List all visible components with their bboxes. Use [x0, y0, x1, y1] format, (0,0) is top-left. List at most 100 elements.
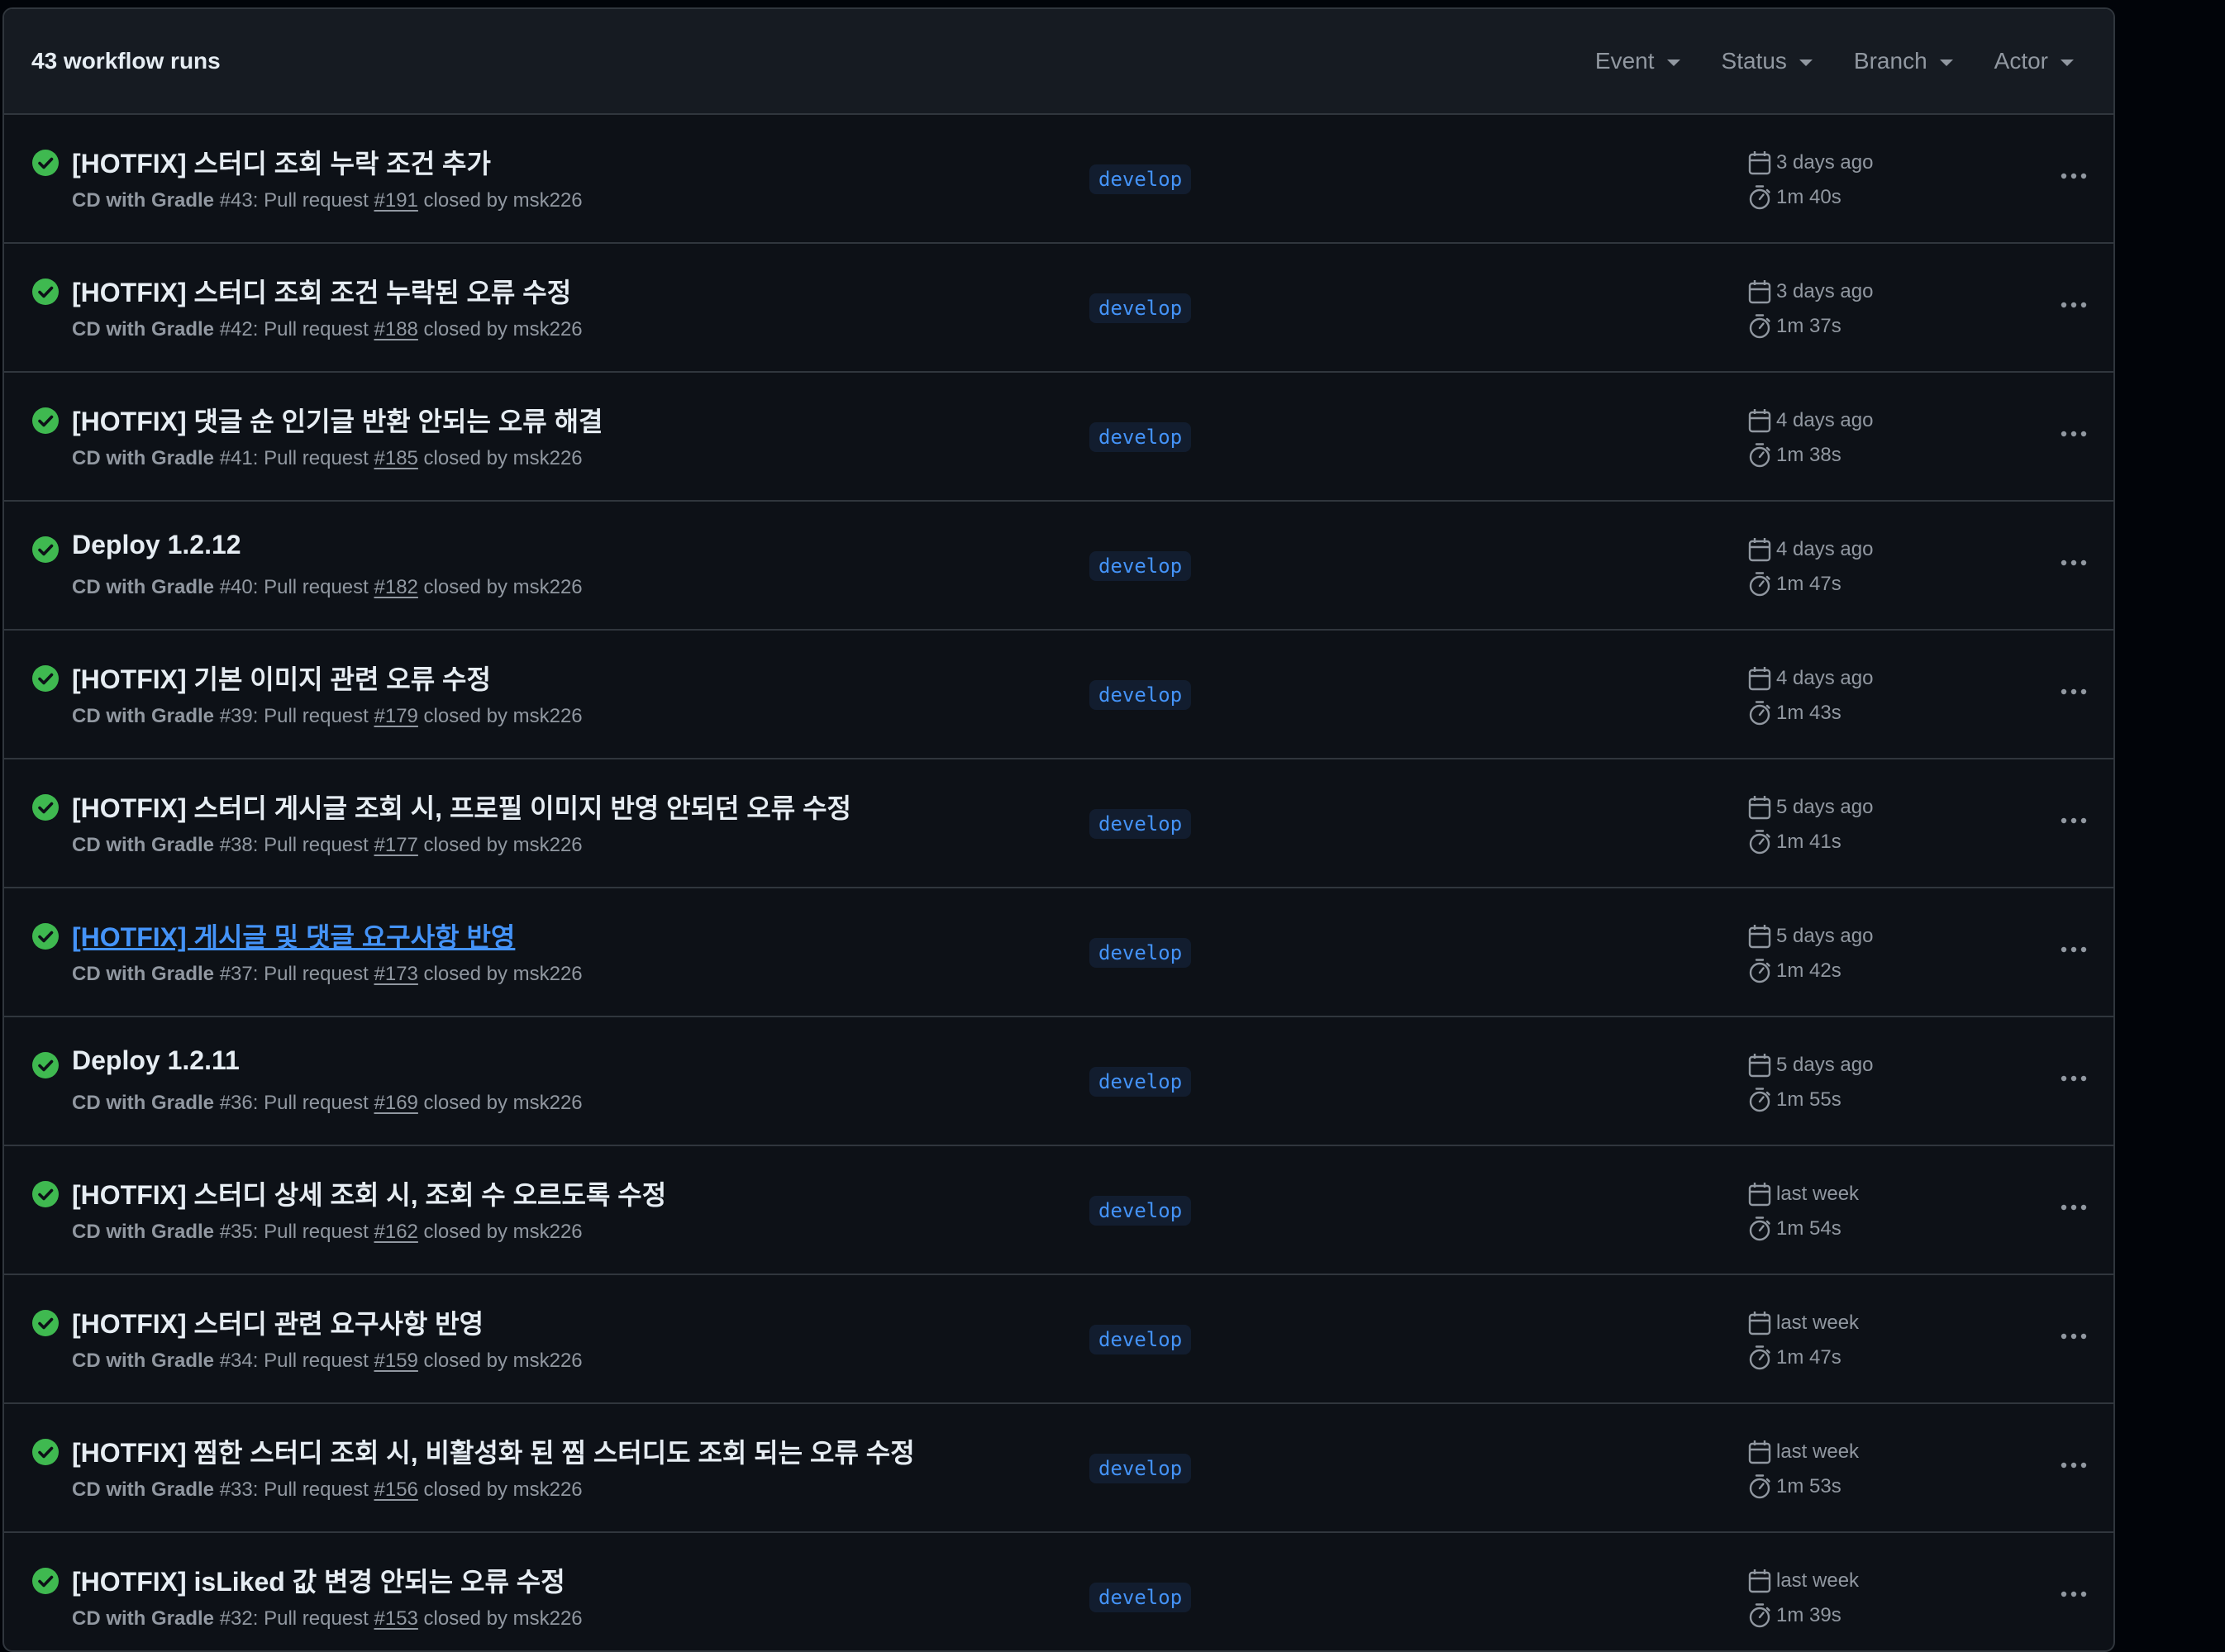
- workflow-run-row[interactable]: Deploy 1.2.12 CD with Gradle #40: Pull r…: [4, 502, 2113, 631]
- kebab-menu-icon[interactable]: [2057, 1320, 2090, 1353]
- run-title[interactable]: [HOTFIX] 스터디 상세 조회 시, 조회 수 오르도록 수정: [72, 1174, 666, 1212]
- run-title[interactable]: [HOTFIX] 기본 이미지 관련 오류 수정: [72, 659, 491, 697]
- check-circle-icon: [32, 279, 59, 305]
- workflow-run-row[interactable]: [HOTFIX] 기본 이미지 관련 오류 수정 CD with Gradle …: [4, 631, 2113, 759]
- branch-label[interactable]: develop: [1089, 422, 1192, 452]
- runs-header: 43 workflow runs Event Status Branch Act…: [4, 9, 2113, 115]
- pr-link[interactable]: #173: [374, 963, 418, 985]
- pr-link[interactable]: #177: [374, 834, 418, 856]
- workflow-run-row[interactable]: [HOTFIX] 게시글 및 댓글 요구사항 반영 CD with Gradle…: [4, 888, 2113, 1017]
- kebab-menu-icon[interactable]: [2057, 546, 2090, 579]
- workflow-run-row[interactable]: Deploy 1.2.11 CD with Gradle #36: Pull r…: [4, 1017, 2113, 1146]
- run-title[interactable]: [HOTFIX] isLiked 값 변경 안되는 오류 수정: [72, 1561, 565, 1599]
- run-title[interactable]: Deploy 1.2.12: [72, 530, 241, 560]
- run-title[interactable]: [HOTFIX] 찜한 스터디 조회 시, 비활성화 된 찜 스터디도 조회 되…: [72, 1432, 915, 1470]
- closed-by: closed by msk226: [417, 1092, 583, 1114]
- kebab-menu-icon[interactable]: [2057, 933, 2090, 966]
- workflow-run-row[interactable]: [HOTFIX] 스터디 관련 요구사항 반영 CD with Gradle #…: [4, 1275, 2113, 1404]
- filter-actor-label: Actor: [1994, 48, 2048, 74]
- branch-label[interactable]: develop: [1089, 809, 1192, 839]
- filter-status[interactable]: Status: [1709, 40, 1825, 83]
- branch-label[interactable]: develop: [1089, 680, 1192, 710]
- pr-link[interactable]: #188: [374, 318, 418, 340]
- caret-down-icon: [2061, 59, 2074, 66]
- run-number: #42: [219, 318, 253, 340]
- pr-link[interactable]: #153: [374, 1607, 418, 1630]
- run-title[interactable]: [HOTFIX] 스터디 게시글 조회 시, 프로필 이미지 반영 안되던 오류…: [72, 788, 851, 826]
- kebab-menu-icon[interactable]: [2057, 804, 2090, 837]
- workflow-run-row[interactable]: [HOTFIX] 스터디 조회 조건 누락된 오류 수정 CD with Gra…: [4, 244, 2113, 373]
- pr-link[interactable]: #156: [374, 1478, 418, 1501]
- pr-link[interactable]: #185: [374, 447, 418, 469]
- run-timing: 4 days ago 1m 43s: [1748, 664, 1873, 733]
- run-meta: CD with Gradle #41: Pull request #185 cl…: [72, 447, 583, 470]
- pr-prefix: : Pull request: [252, 1607, 374, 1630]
- kebab-menu-icon[interactable]: [2057, 1062, 2090, 1095]
- stopwatch-icon: [1749, 959, 1770, 983]
- run-time-ago: 3 days ago: [1776, 280, 1874, 302]
- run-title[interactable]: [HOTFIX] 댓글 순 인기글 반환 안되는 오류 해결: [72, 401, 603, 439]
- pr-prefix: : Pull request: [252, 1350, 374, 1372]
- kebab-menu-icon[interactable]: [2057, 417, 2090, 450]
- branch-label[interactable]: develop: [1089, 293, 1192, 323]
- run-number: #33: [219, 1478, 253, 1501]
- run-timing: last week 1m 47s: [1748, 1308, 1859, 1378]
- check-circle-icon: [32, 150, 59, 176]
- workflow-name: CD with Gradle: [72, 318, 215, 340]
- run-timing: last week 1m 54s: [1748, 1179, 1859, 1249]
- filter-actor[interactable]: Actor: [1982, 40, 2086, 83]
- run-title[interactable]: Deploy 1.2.11: [72, 1045, 240, 1076]
- run-title[interactable]: [HOTFIX] 스터디 조회 조건 누락된 오류 수정: [72, 272, 571, 310]
- workflow-run-row[interactable]: [HOTFIX] 스터디 상세 조회 시, 조회 수 오르도록 수정 CD wi…: [4, 1146, 2113, 1275]
- filter-branch[interactable]: Branch: [1841, 40, 1965, 83]
- workflow-name: CD with Gradle: [72, 1478, 215, 1501]
- pr-link[interactable]: #191: [374, 189, 418, 212]
- workflow-run-row[interactable]: [HOTFIX] 찜한 스터디 조회 시, 비활성화 된 찜 스터디도 조회 되…: [4, 1404, 2113, 1533]
- kebab-menu-icon[interactable]: [2057, 675, 2090, 708]
- run-time-ago: 5 days ago: [1776, 1054, 1874, 1076]
- run-meta: CD with Gradle #38: Pull request #177 cl…: [72, 834, 583, 857]
- run-timing: 5 days ago 1m 55s: [1748, 1050, 1873, 1120]
- workflow-run-row[interactable]: [HOTFIX] 스터디 게시글 조회 시, 프로필 이미지 반영 안되던 오류…: [4, 759, 2113, 888]
- branch-label[interactable]: develop: [1089, 1454, 1192, 1483]
- pr-link[interactable]: #169: [374, 1092, 418, 1114]
- run-meta: CD with Gradle #43: Pull request #191 cl…: [72, 189, 583, 212]
- branch-label[interactable]: develop: [1089, 1196, 1192, 1226]
- kebab-menu-icon[interactable]: [2057, 1191, 2090, 1224]
- kebab-menu-icon[interactable]: [2057, 159, 2090, 193]
- run-title[interactable]: [HOTFIX] 스터디 조회 누락 조건 추가: [72, 143, 491, 181]
- workflow-run-row[interactable]: [HOTFIX] 스터디 조회 누락 조건 추가 CD with Gradle …: [4, 115, 2113, 244]
- workflow-run-row[interactable]: [HOTFIX] 댓글 순 인기글 반환 안되는 오류 해결 CD with G…: [4, 373, 2113, 502]
- kebab-menu-icon[interactable]: [2057, 1449, 2090, 1482]
- closed-by: closed by msk226: [417, 576, 583, 598]
- kebab-menu-icon[interactable]: [2057, 1578, 2090, 1611]
- stopwatch-icon: [1749, 314, 1770, 339]
- branch-label[interactable]: develop: [1089, 1067, 1192, 1097]
- pr-link[interactable]: #162: [374, 1221, 418, 1243]
- kebab-menu-icon[interactable]: [2057, 288, 2090, 321]
- workflow-run-row[interactable]: [HOTFIX] isLiked 값 변경 안되는 오류 수정 CD with …: [4, 1533, 2113, 1650]
- run-title[interactable]: [HOTFIX] 게시글 및 댓글 요구사항 반영: [72, 916, 515, 955]
- stopwatch-icon: [1749, 701, 1770, 726]
- filter-event[interactable]: Event: [1583, 40, 1693, 83]
- pr-link[interactable]: #182: [374, 576, 418, 598]
- filter-status-label: Status: [1721, 48, 1787, 74]
- branch-label[interactable]: develop: [1089, 551, 1192, 581]
- pr-link[interactable]: #159: [374, 1350, 418, 1372]
- branch-label[interactable]: develop: [1089, 1325, 1192, 1354]
- closed-by: closed by msk226: [417, 318, 583, 340]
- run-duration: 1m 43s: [1776, 702, 1841, 724]
- branch-label[interactable]: develop: [1089, 938, 1192, 968]
- run-meta: CD with Gradle #33: Pull request #156 cl…: [72, 1478, 583, 1502]
- workflow-name: CD with Gradle: [72, 1221, 215, 1243]
- workflow-name: CD with Gradle: [72, 1350, 215, 1372]
- stopwatch-icon: [1749, 1088, 1770, 1112]
- calendar-icon: [1748, 1569, 1771, 1593]
- run-title[interactable]: [HOTFIX] 스터디 관련 요구사항 반영: [72, 1303, 484, 1341]
- branch-label[interactable]: develop: [1089, 164, 1192, 194]
- calendar-icon: [1748, 796, 1771, 820]
- pr-link[interactable]: #179: [374, 705, 418, 727]
- run-time-ago: last week: [1776, 1569, 1860, 1592]
- branch-label[interactable]: develop: [1089, 1583, 1192, 1612]
- closed-by: closed by msk226: [417, 705, 583, 727]
